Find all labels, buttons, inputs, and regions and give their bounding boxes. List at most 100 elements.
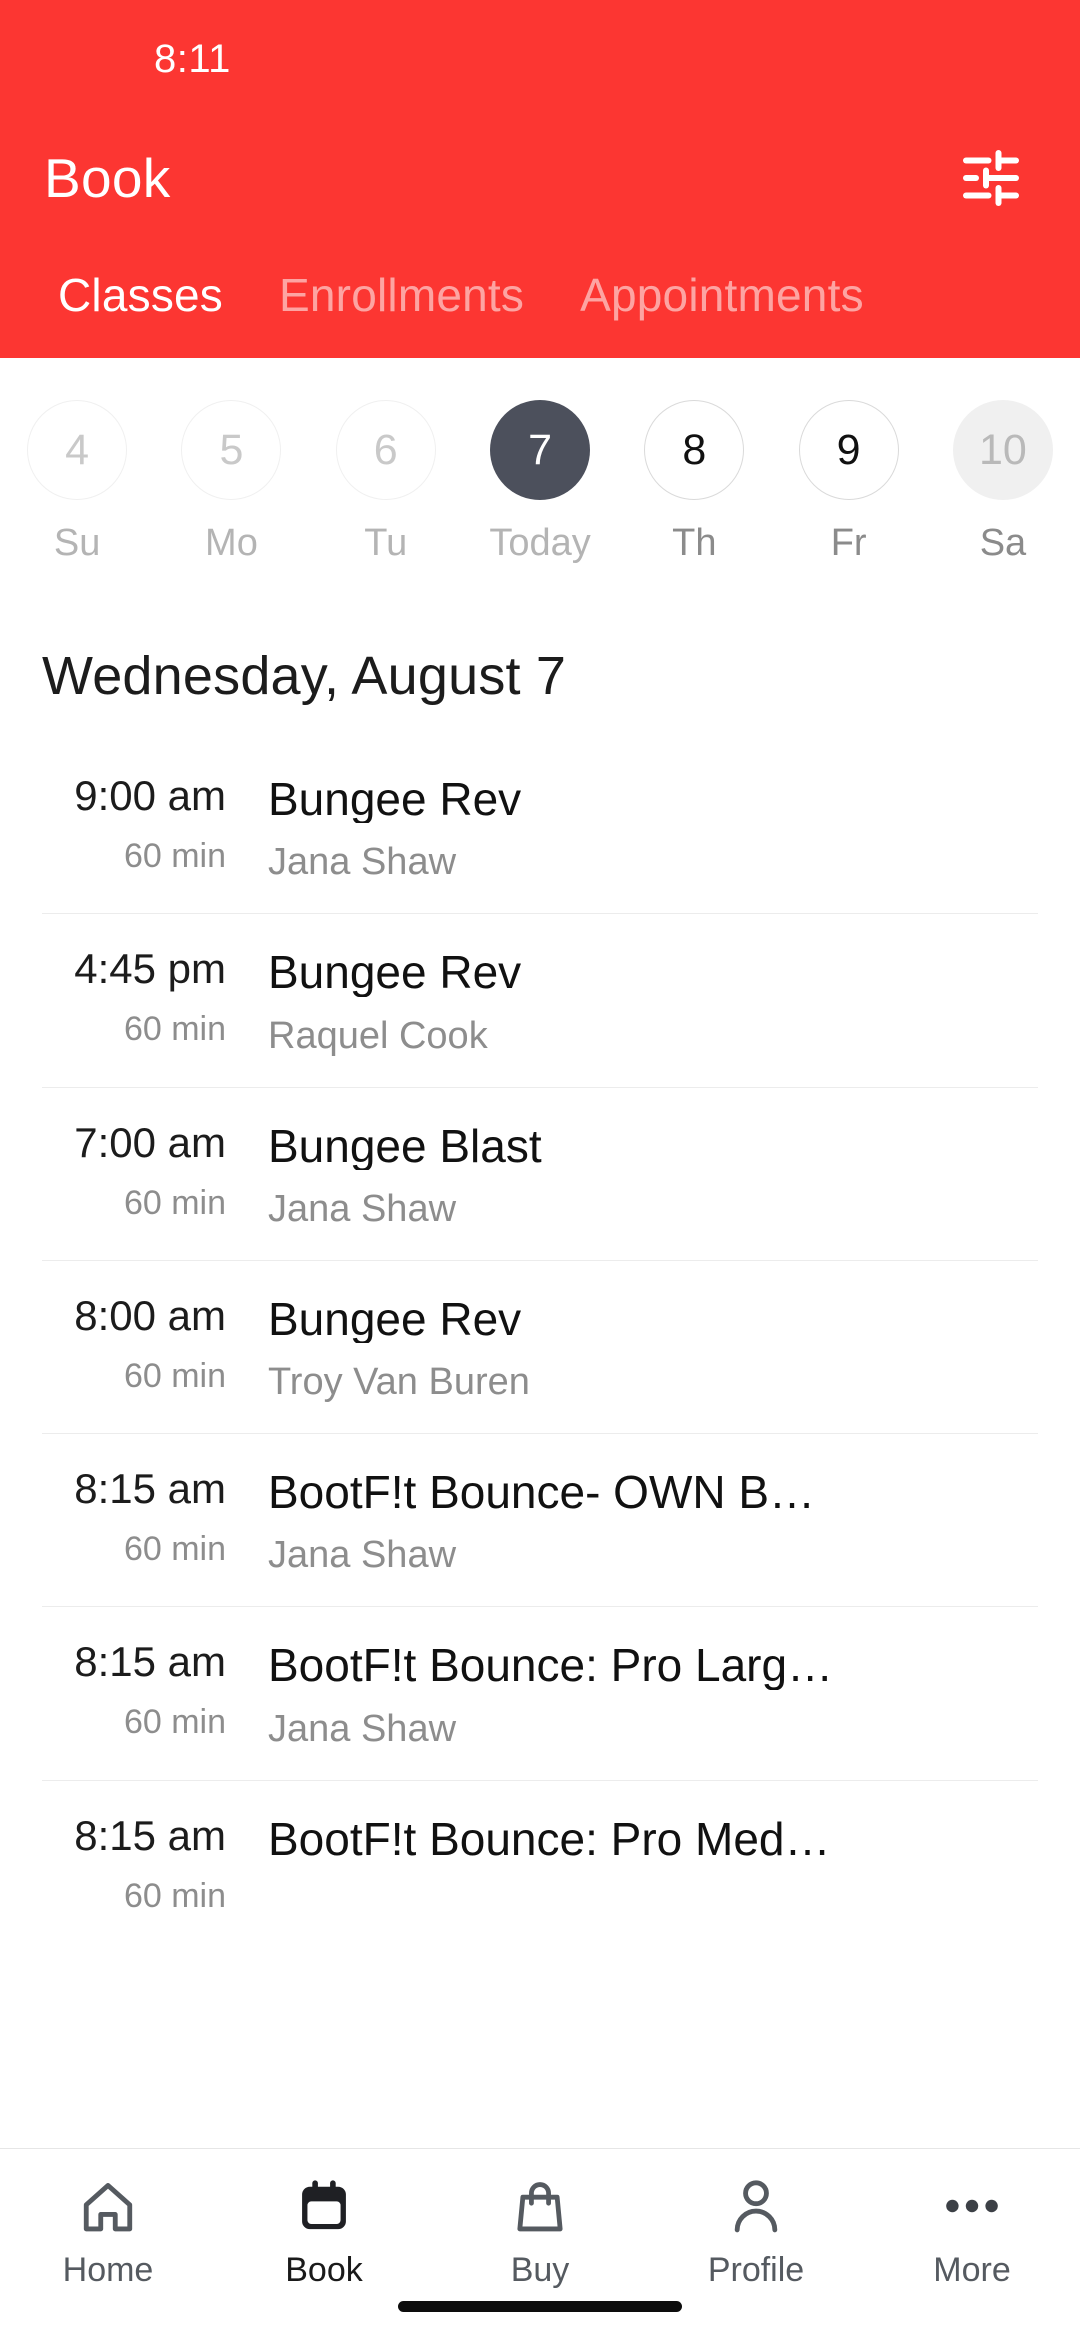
date-weekday: Mo [205, 522, 258, 564]
class-time-column: 7:00 am 60 min [42, 1118, 226, 1222]
class-list: 9:00 am 60 min Bungee Rev Jana Shaw 4:45… [0, 741, 1080, 2340]
class-duration: 60 min [123, 1356, 226, 1395]
class-row[interactable]: 8:15 am 60 min BootF!t Bounce: Pro Larg…… [42, 1606, 1038, 1779]
class-info-column: BootF!t Bounce: Pro Larg… Jana Shaw [226, 1641, 1038, 1747]
class-time: 7:00 am [74, 1118, 226, 1166]
filter-button[interactable] [948, 135, 1034, 221]
class-info-column: BootF!t Bounce: Pro Med… [226, 1815, 1038, 1883]
class-time: 8:15 am [74, 1638, 226, 1686]
class-instructor: Troy Van Buren [268, 1361, 530, 1404]
nav-item-more[interactable]: More [864, 2175, 1080, 2290]
class-time-column: 8:15 am 60 min [42, 1638, 226, 1742]
class-time-column: 8:15 am 60 min [42, 1811, 226, 1915]
nav-label: Home [62, 2251, 154, 2289]
class-time-column: 4:45 pm 60 min [42, 945, 226, 1049]
class-duration: 60 min [123, 1703, 226, 1742]
ellipsis-icon [944, 2175, 1000, 2237]
date-number: 10 [952, 400, 1053, 500]
class-duration: 60 min [123, 837, 226, 875]
date-cell-10[interactable]: 10 Sa [926, 400, 1080, 565]
date-weekday: Today [489, 522, 591, 564]
class-duration: 60 min [123, 1530, 226, 1569]
class-name: Bungee Rev [268, 948, 522, 997]
person-icon [728, 2175, 784, 2237]
app-root: 8:11 Book Classes Enrollments Appointmen… [0, 0, 1080, 2340]
nav-item-buy[interactable]: Buy [432, 2175, 648, 2290]
date-number: 8 [644, 400, 745, 500]
class-time: 8:15 am [74, 1465, 226, 1513]
date-weekday: Th [672, 522, 717, 564]
nav-item-profile[interactable]: Profile [648, 2175, 864, 2290]
nav-label: Profile [707, 2251, 805, 2289]
class-duration: 60 min [123, 1183, 226, 1222]
nav-label: Buy [510, 2251, 570, 2289]
tab-enrollments[interactable]: Enrollments [251, 268, 552, 358]
class-instructor: Raquel Cook [268, 1014, 488, 1057]
app-header: 8:11 Book Classes Enrollments Appointmen… [0, 0, 1080, 358]
class-info-column: Bungee Rev Jana Shaw [226, 775, 1038, 881]
nav-label: Book [285, 2251, 363, 2289]
class-name: Bungee Rev [268, 775, 522, 824]
class-time-column: 8:15 am 60 min [42, 1465, 226, 1569]
class-instructor: Jana Shaw [268, 841, 457, 884]
date-weekday: Sa [979, 522, 1027, 564]
date-cell-8[interactable]: 8 Th [617, 400, 771, 565]
date-weekday: Tu [364, 522, 408, 564]
class-time: 8:00 am [74, 1291, 226, 1339]
class-info-column: Bungee Rev Raquel Cook [226, 948, 1038, 1054]
class-time: 9:00 am [74, 772, 226, 819]
date-weekday: Fr [830, 522, 867, 564]
date-cell-4[interactable]: 4 Su [0, 400, 154, 565]
date-cell-5[interactable]: 5 Mo [154, 400, 308, 565]
class-instructor: Jana Shaw [268, 1707, 457, 1750]
date-number: 6 [335, 400, 436, 500]
home-indicator [398, 2301, 682, 2312]
class-row[interactable]: 8:15 am 60 min BootF!t Bounce- OWN B… Ja… [42, 1433, 1038, 1606]
bottom-navigation: Home Book Buy Profile More [0, 2148, 1080, 2340]
page-title: Book [44, 147, 171, 209]
class-info-column: Bungee Blast Jana Shaw [226, 1122, 1038, 1228]
class-info-column: BootF!t Bounce- OWN B… Jana Shaw [226, 1468, 1038, 1574]
class-row[interactable]: 9:00 am 60 min Bungee Rev Jana Shaw [42, 741, 1038, 913]
status-bar: 8:11 [0, 0, 1080, 118]
date-number: 5 [181, 400, 282, 500]
class-info-column: Bungee Rev Troy Van Buren [226, 1295, 1038, 1401]
date-number: 4 [27, 400, 128, 500]
class-row[interactable]: 8:00 am 60 min Bungee Rev Troy Van Buren [42, 1259, 1038, 1433]
nav-item-book[interactable]: Book [216, 2175, 432, 2290]
class-row[interactable]: 8:15 am 60 min BootF!t Bounce: Pro Med… [42, 1779, 1038, 1945]
tab-appointments[interactable]: Appointments [552, 268, 892, 358]
date-strip[interactable]: 4 Su 5 Mo 6 Tu 7 Today 8 Th 9 Fr 10 Sa [0, 358, 1080, 587]
calendar-icon [297, 2175, 351, 2237]
day-heading: Wednesday, August 7 [42, 646, 567, 706]
header-tab-list: Classes Enrollments Appointments [0, 238, 1080, 358]
shopping-bag-icon [512, 2175, 568, 2237]
class-name: BootF!t Bounce: Pro Larg… [268, 1641, 834, 1690]
class-name: BootF!t Bounce- OWN B… [268, 1468, 816, 1517]
tab-classes[interactable]: Classes [30, 268, 251, 358]
nav-label: More [933, 2251, 1011, 2289]
class-row[interactable]: 7:00 am 60 min Bungee Blast Jana Shaw [42, 1086, 1038, 1260]
class-instructor: Jana Shaw [268, 1534, 457, 1577]
date-cell-9[interactable]: 9 Fr [771, 400, 925, 565]
class-duration: 60 min [123, 1010, 226, 1049]
title-bar: Book [0, 118, 1080, 238]
date-number: 7 [490, 400, 591, 500]
home-icon [79, 2175, 137, 2237]
class-time: 8:15 am [74, 1811, 226, 1859]
class-name: Bungee Blast [268, 1121, 542, 1170]
class-name: Bungee Rev [268, 1294, 522, 1344]
class-time-column: 8:00 am 60 min [42, 1291, 226, 1395]
date-weekday: Su [53, 522, 101, 564]
date-cell-7-selected[interactable]: 7 Today [463, 400, 617, 565]
class-time-column: 9:00 am 60 min [42, 772, 226, 875]
sliders-filter-icon [963, 150, 1019, 206]
class-time: 4:45 pm [74, 945, 226, 993]
date-number: 9 [798, 400, 899, 500]
class-duration: 60 min [123, 1876, 226, 1915]
date-cell-6[interactable]: 6 Tu [309, 400, 463, 565]
status-bar-time: 8:11 [154, 36, 231, 81]
nav-item-home[interactable]: Home [0, 2175, 216, 2290]
class-instructor: Jana Shaw [268, 1187, 457, 1230]
class-row[interactable]: 4:45 pm 60 min Bungee Rev Raquel Cook [42, 913, 1038, 1086]
